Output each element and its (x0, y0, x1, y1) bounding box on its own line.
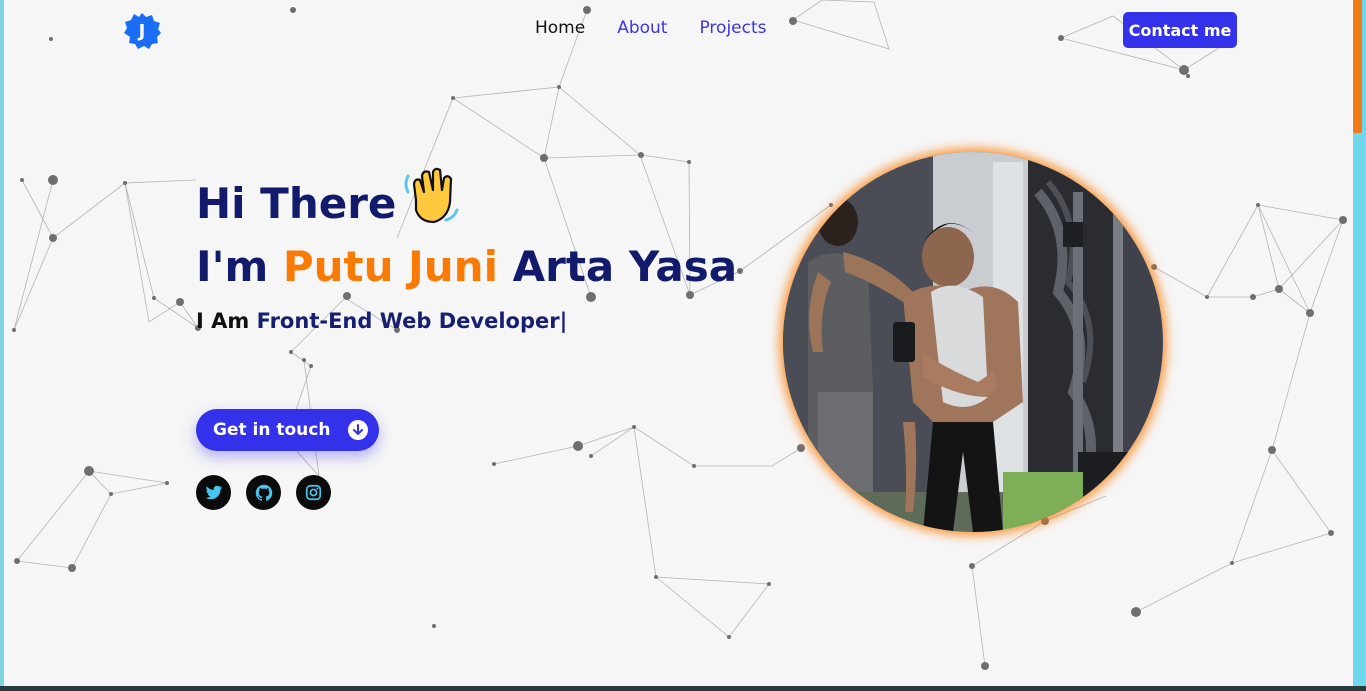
nav-projects[interactable]: Projects (699, 18, 766, 38)
greeting-text: Hi There (196, 179, 397, 228)
github-icon[interactable] (246, 475, 281, 510)
page: J Home About Projects Contact me Hi Ther… (4, 0, 1353, 686)
profile-photo (783, 152, 1163, 532)
waving-hand-icon (404, 167, 459, 224)
role-typed-text: Front-End Web Developer| (256, 309, 568, 333)
name-line: I'm Putu Juni Arta Yasa (196, 235, 737, 298)
nav-about[interactable]: About (617, 18, 667, 38)
hero-heading: Hi There I'm Putu Juni Arta Yasa (196, 167, 737, 298)
get-in-touch-button[interactable]: Get in touch (196, 409, 379, 451)
scrollbar-thumb[interactable] (1353, 0, 1362, 133)
logo-letter: J (138, 20, 146, 42)
social-links (196, 475, 331, 510)
main-nav: Home About Projects (535, 18, 767, 38)
arrow-down-circle-icon (348, 420, 369, 440)
contact-me-button[interactable]: Contact me (1123, 12, 1237, 48)
taskbar-edge (0, 686, 1366, 691)
twitter-icon[interactable] (196, 475, 231, 510)
role-prefix: I Am (196, 309, 250, 333)
nav-home[interactable]: Home (535, 18, 585, 38)
page-scrollbar[interactable] (1353, 0, 1366, 691)
instagram-icon[interactable] (296, 475, 331, 510)
name-accent: Putu Juni (282, 242, 498, 291)
get-in-touch-label: Get in touch (213, 420, 331, 440)
greeting-line: Hi There (196, 172, 737, 235)
name-rest: Arta Yasa (512, 242, 738, 291)
site-logo[interactable]: J (123, 12, 161, 50)
intro-prefix: I'm (196, 242, 269, 291)
role-line: I Am Front-End Web Developer| (196, 309, 567, 333)
